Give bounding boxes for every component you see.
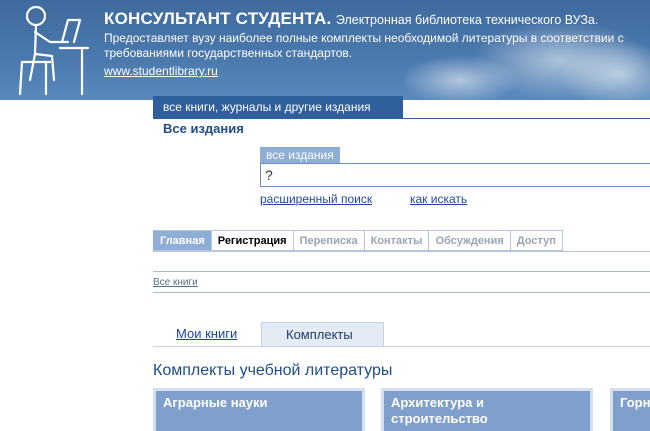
- nav-tab-home[interactable]: Главная: [153, 230, 212, 251]
- breadcrumb[interactable]: Все книги: [153, 277, 198, 288]
- catalog-divider: [153, 118, 650, 119]
- nav-tab-messages[interactable]: Переписка: [293, 230, 365, 251]
- student-at-desk-icon: [18, 5, 90, 96]
- site-title-subtitle: Электронная библиотека технического ВУЗа…: [335, 13, 599, 27]
- site-tagline: Предоставляет вузу наиболее полные компл…: [104, 31, 624, 60]
- nav-tab-discussions[interactable]: Обсуждения: [429, 230, 511, 251]
- advanced-search-link[interactable]: расширенный поиск: [260, 192, 372, 206]
- site-title: КОНСУЛЬТАНТ СТУДЕНТА. Электронная библио…: [104, 9, 598, 29]
- category-card-mining[interactable]: Горн: [610, 388, 650, 431]
- cloud-decoration: [400, 55, 520, 100]
- search-scope-label[interactable]: все издания: [260, 147, 340, 163]
- nav-tab-registration[interactable]: Регистрация: [211, 230, 294, 251]
- header-banner: КОНСУЛЬТАНТ СТУДЕНТА. Электронная библио…: [0, 0, 650, 100]
- search-help-link[interactable]: как искать: [410, 192, 467, 206]
- tab-kits[interactable]: Комплекты: [261, 322, 384, 346]
- subtab-divider: [153, 346, 650, 347]
- breadcrumb-divider: [153, 292, 650, 293]
- category-card-agrarian[interactable]: Аграрные науки: [153, 388, 365, 431]
- main-nav: Главная Регистрация Переписка Контакты О…: [153, 230, 563, 251]
- catalog-heading: Все издания: [163, 121, 244, 136]
- site-title-main: КОНСУЛЬТАНТ СТУДЕНТА.: [104, 9, 332, 28]
- section-title: Комплекты учебной литературы: [153, 362, 393, 379]
- catalog-tab[interactable]: все книги, журналы и другие издания: [153, 96, 403, 118]
- search-input[interactable]: [260, 163, 650, 187]
- nav-divider: [153, 251, 650, 252]
- nav-tab-contacts[interactable]: Контакты: [364, 230, 430, 251]
- category-card-architecture[interactable]: Архитектура и строительство: [381, 388, 593, 431]
- nav-tab-access[interactable]: Доступ: [510, 230, 563, 251]
- site-url-link[interactable]: www.studentlibrary.ru: [104, 64, 218, 78]
- content-divider: [153, 271, 650, 272]
- tab-my-books[interactable]: Мои книги: [160, 322, 253, 346]
- page: КОНСУЛЬТАНТ СТУДЕНТА. Электронная библио…: [0, 0, 650, 431]
